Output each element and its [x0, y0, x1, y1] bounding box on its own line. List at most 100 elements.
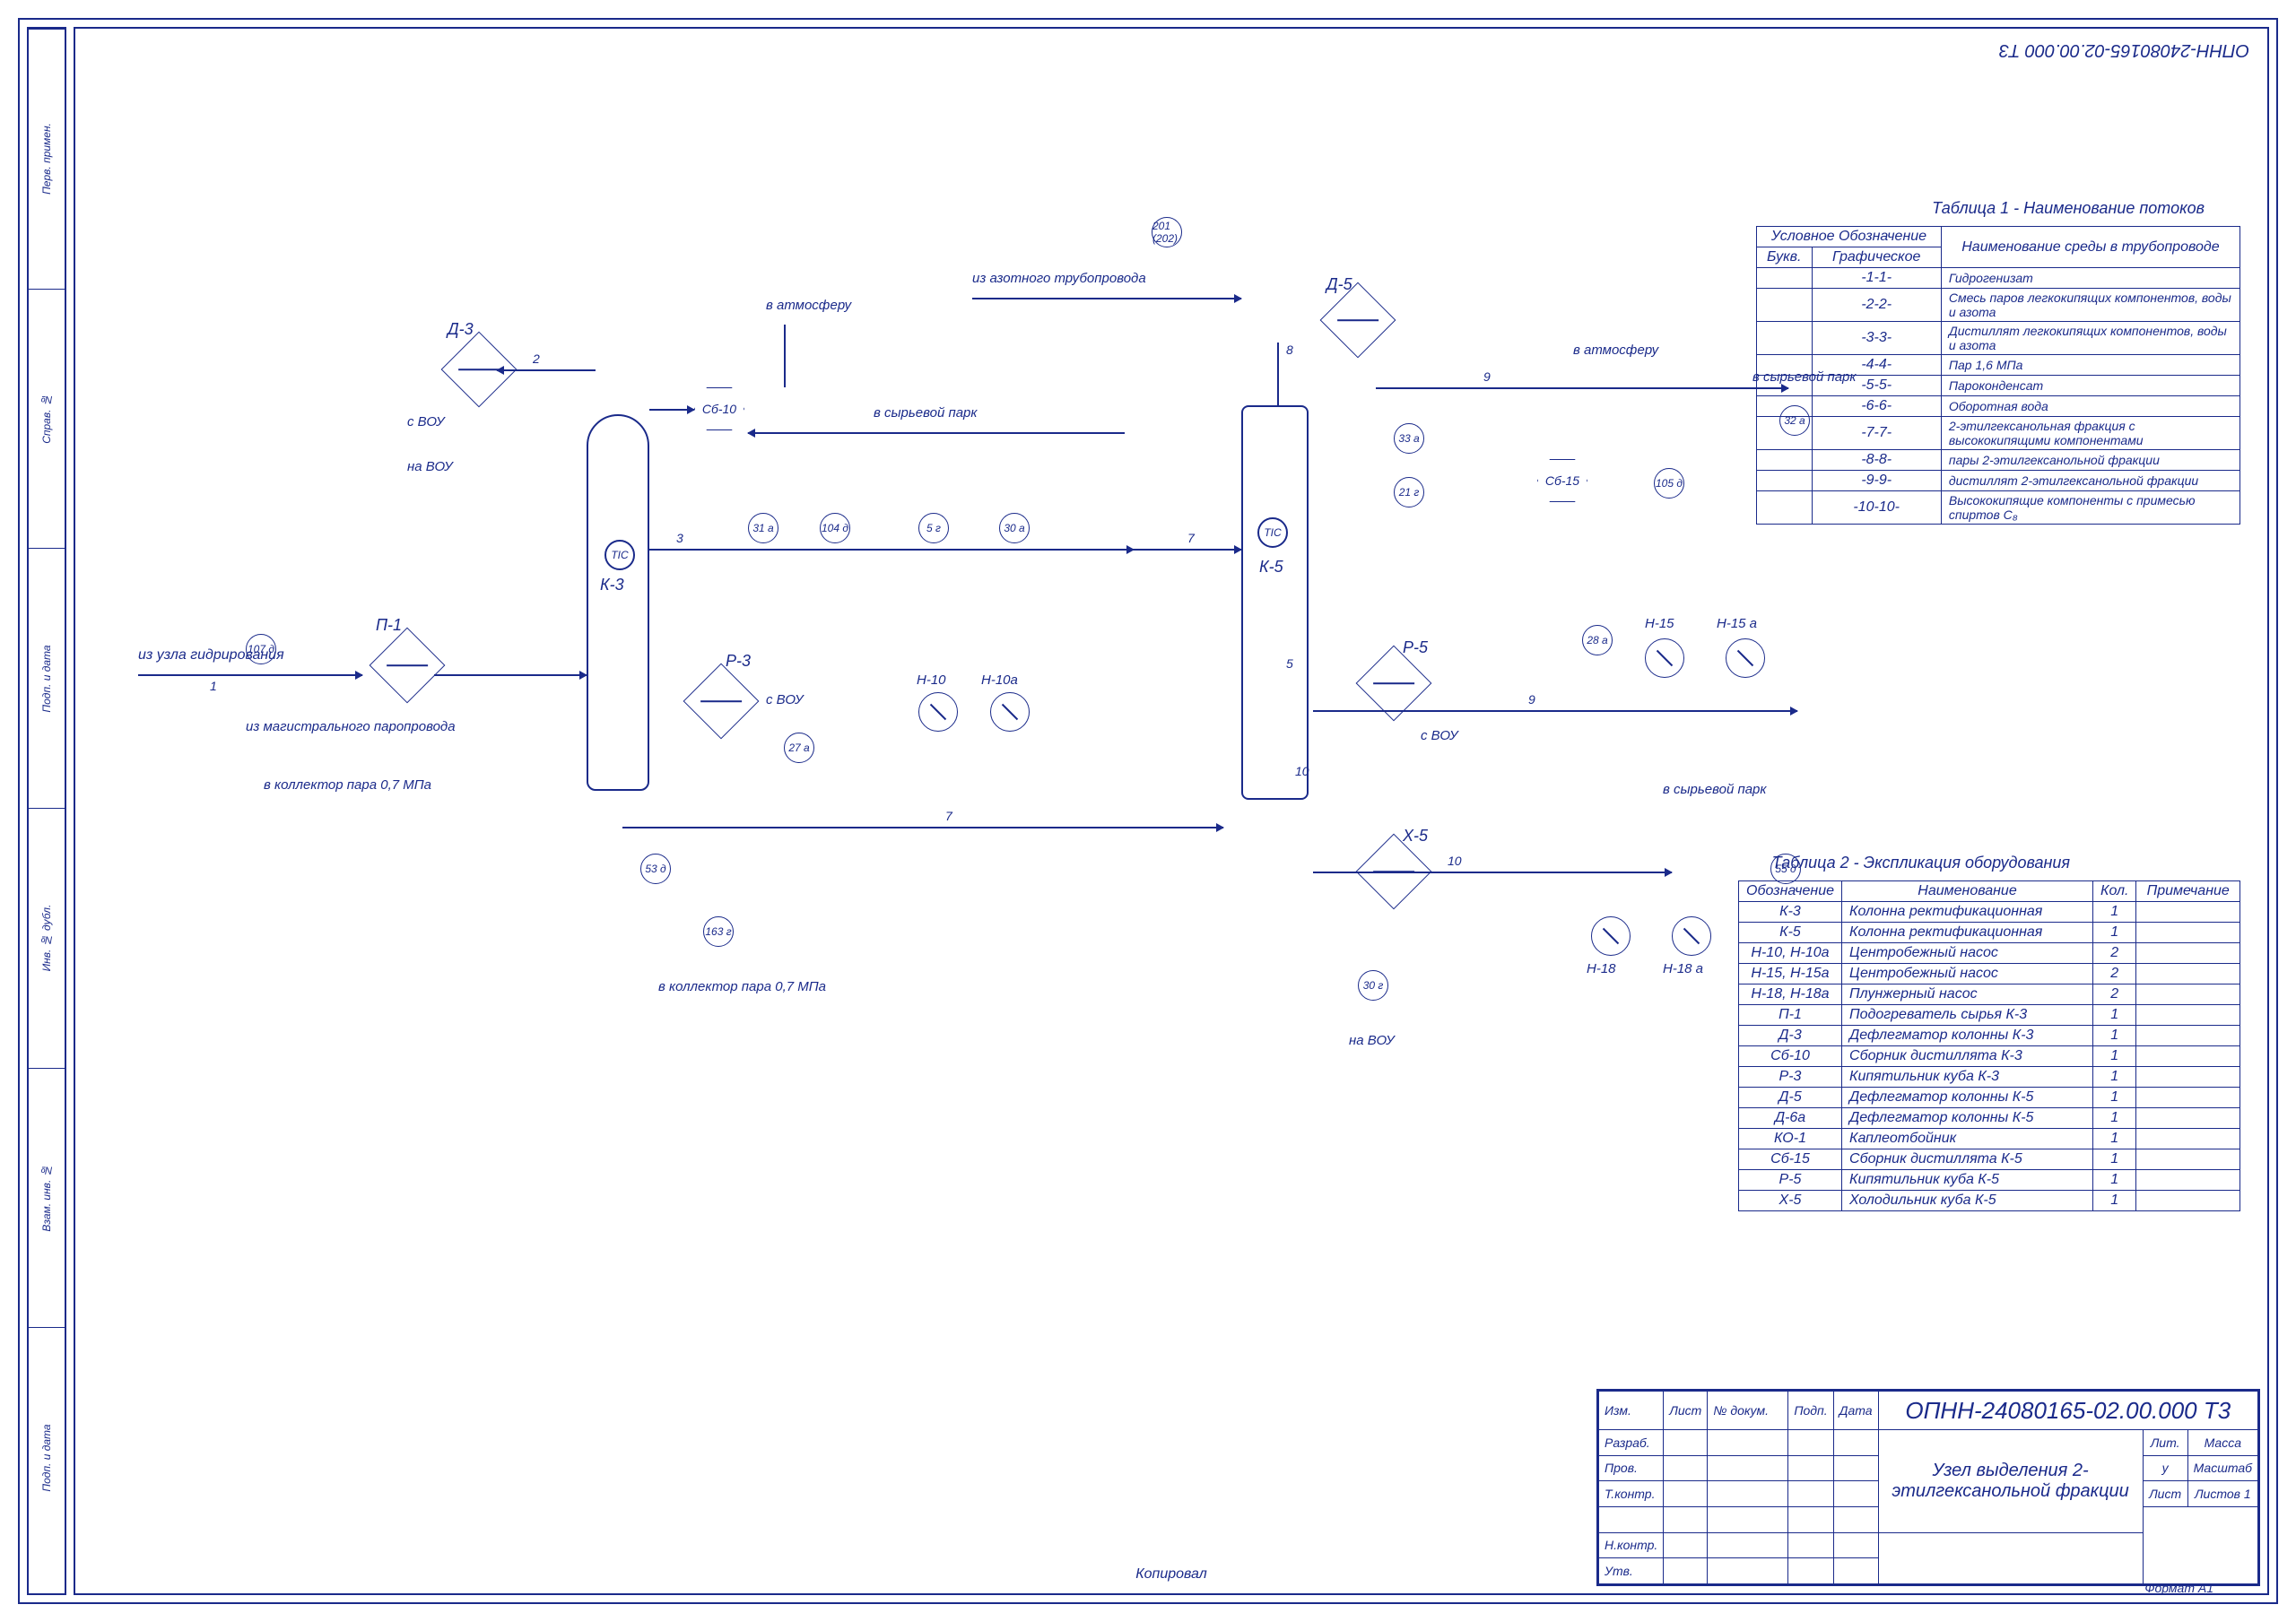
reboiler-r3 [683, 664, 760, 740]
table-cell: Подогреватель сырья К-3 [1842, 1005, 2093, 1026]
tag-104d: 104 д [820, 513, 850, 543]
table-cell: Н-15, Н-15а [1739, 964, 1842, 984]
table2-title: Таблица 2 - Экспликация оборудования [1772, 854, 2070, 872]
table-cell [1757, 417, 1813, 450]
table-cell [2136, 1026, 2240, 1046]
table-cell: 2-этилгексанольная фракция с высококипящ… [1941, 417, 2239, 450]
table-cell: 2 [2093, 984, 2136, 1005]
tag-107d: 107 д [246, 634, 276, 664]
table-cell: 1 [2093, 1149, 2136, 1170]
label-d3: Д-3 [448, 320, 474, 339]
table-cell [2136, 1129, 2240, 1149]
table-cell: Смесь паров легкокипящих компонентов, во… [1941, 289, 2239, 322]
table-cell: Колонна ректификационная [1842, 923, 2093, 943]
pump-h15a [1726, 638, 1765, 678]
table-cell: Каплеотбойник [1842, 1129, 2093, 1149]
left-revision-strip: Перв. примен. Справ. № Подп. и дата Инв.… [27, 27, 66, 1595]
label-s-vou: с ВОУ [407, 414, 445, 429]
table-cell: Высококипящие компоненты с примесью спир… [1941, 491, 2239, 525]
pid-schematic: из узла гидрирования 107 д 1 П-1 из маги… [138, 136, 1932, 1123]
table-cell: Колонна ректификационная [1842, 902, 2093, 923]
table-cell: Д-3 [1739, 1026, 1842, 1046]
table-cell: Гидрогенизат [1941, 268, 2239, 289]
label-to-feed-1: в сырьевой парк [874, 405, 977, 421]
table-cell: Дефлегматор колонны К-5 [1842, 1108, 2093, 1129]
table-cell: дистиллят 2-этилгексанольной фракции [1941, 471, 2239, 491]
instr-k3: TIC [604, 540, 635, 570]
table-cell [1757, 376, 1813, 396]
table2-equipment: Обозначение Наименование Кол. Примечание… [1738, 880, 2240, 1211]
table-cell: 2 [2093, 964, 2136, 984]
table-cell: Кипятильник куба К-3 [1842, 1067, 2093, 1088]
table-cell: Сб-10 [1739, 1046, 1842, 1067]
table-cell: -3-3- [1812, 322, 1941, 355]
table-cell [2136, 1149, 2240, 1170]
table-cell [2136, 964, 2240, 984]
table-cell: Дефлегматор колонны К-5 [1842, 1088, 2093, 1108]
label-n2: из азотного трубопровода [972, 271, 1146, 286]
table-cell [1757, 268, 1813, 289]
tag-33a: 33 а [1394, 423, 1424, 454]
table-cell: Д-6а [1739, 1108, 1842, 1129]
table-cell: Р-5 [1739, 1170, 1842, 1191]
table-cell: Дефлегматор колонны К-3 [1842, 1026, 2093, 1046]
table-cell: 1 [2093, 1170, 2136, 1191]
table-cell: Н-10, Н-10а [1739, 943, 1842, 964]
label-steam-collector: в коллектор пара 0,7 МПа [264, 777, 431, 793]
label-from-steam: из магистрального паропровода [246, 719, 456, 734]
tag-21g: 21 г [1394, 477, 1424, 507]
tag-30a: 30 а [999, 513, 1030, 543]
table-cell [1757, 289, 1813, 322]
table-cell: К-3 [1739, 902, 1842, 923]
label-k5: К-5 [1259, 558, 1283, 577]
table-cell: Плунжерный насос [1842, 984, 2093, 1005]
table-cell: Холодильник куба К-5 [1842, 1191, 2093, 1211]
table-cell [1757, 322, 1813, 355]
bottom-copied: Копировал [1135, 1566, 1207, 1583]
pump-h15 [1645, 638, 1684, 678]
table-cell: пары 2-этилгексанольной фракции [1941, 450, 2239, 471]
table-cell: Пар 1,6 МПа [1941, 355, 2239, 376]
table-cell [2136, 923, 2240, 943]
tag-105d: 105 д [1654, 468, 1684, 499]
line-feed-1 [138, 674, 362, 676]
label-p1: П-1 [376, 616, 402, 635]
tag-201: 201 (202) [1152, 217, 1182, 247]
pump-h18a [1672, 916, 1711, 956]
table-cell [2136, 1191, 2240, 1211]
table-cell: Пароконденсат [1941, 376, 2239, 396]
table-cell: Х-5 [1739, 1191, 1842, 1211]
table-cell: Кипятильник куба К-5 [1842, 1170, 2093, 1191]
table-cell [2136, 1170, 2240, 1191]
table-cell [2136, 1088, 2240, 1108]
table-cell: Сб-15 [1739, 1149, 1842, 1170]
tag-28a: 28 а [1582, 625, 1613, 655]
table-cell: П-1 [1739, 1005, 1842, 1026]
table-cell: Сборник дистиллята К-3 [1842, 1046, 2093, 1067]
table-cell [2136, 1067, 2240, 1088]
table-cell: 1 [2093, 1088, 2136, 1108]
table-cell: 1 [2093, 1046, 2136, 1067]
table-cell: 1 [2093, 923, 2136, 943]
table-cell: -5-5- [1812, 376, 1941, 396]
label-r3: Р-3 [726, 652, 751, 671]
doc-code-mirrored: ОПНН-24080165-02.00.000 Т3 [1999, 39, 2249, 60]
table-cell: -7-7- [1812, 417, 1941, 450]
column-k5 [1241, 405, 1309, 800]
label-na-vou: на ВОУ [407, 459, 453, 474]
table-cell [1757, 491, 1813, 525]
vessel-sb15: Сб-15 [1537, 459, 1587, 502]
table-cell: 1 [2093, 1191, 2136, 1211]
label-atm-1: в атмосферу [766, 298, 851, 313]
pump-h10 [918, 692, 958, 732]
table-cell: 1 [2093, 1108, 2136, 1129]
table-cell [2136, 1005, 2240, 1026]
table-cell: -4-4- [1812, 355, 1941, 376]
table-cell [1757, 396, 1813, 417]
table-cell: -10-10- [1812, 491, 1941, 525]
vessel-sb10: Сб-10 [694, 387, 744, 430]
table-cell: Оборотная вода [1941, 396, 2239, 417]
table-cell: Сборник дистиллята К-5 [1842, 1149, 2093, 1170]
table-cell: -1-1- [1812, 268, 1941, 289]
table-cell [1757, 355, 1813, 376]
